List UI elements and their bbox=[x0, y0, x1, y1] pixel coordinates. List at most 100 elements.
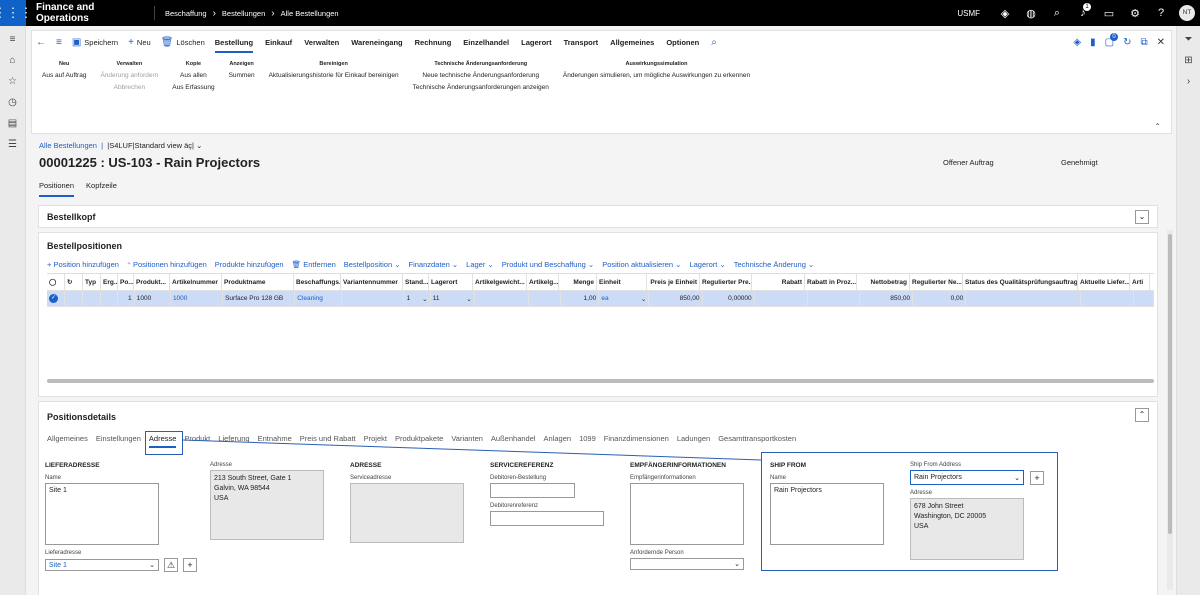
scroll-thumb[interactable] bbox=[1168, 234, 1172, 534]
col-header[interactable]: Artikelnummer bbox=[170, 274, 222, 290]
gear-icon[interactable]: ⚙ bbox=[1122, 7, 1148, 20]
table-row[interactable]: ✓ 1 1000 1000 Surface Pro 128 GB Cleanin… bbox=[47, 291, 1154, 307]
app-title[interactable]: Finance and Operations bbox=[36, 2, 146, 24]
tab-projekt[interactable]: Projekt bbox=[364, 434, 387, 448]
menu-technische-aenderung[interactable]: Technische Änderung ⌄ bbox=[734, 260, 815, 269]
menu-item[interactable]: Summen bbox=[229, 72, 255, 79]
col-header[interactable]: Variantennummer bbox=[341, 274, 403, 290]
remove-button[interactable]: 🗑 Entfernen bbox=[292, 260, 336, 269]
panel-title[interactable]: Positionsdetails bbox=[47, 412, 116, 422]
tab-allgemeines[interactable]: Allgemeines bbox=[47, 434, 88, 448]
tab-entnahme[interactable]: Entnahme bbox=[258, 434, 292, 448]
add-line-button[interactable]: + Position hinzufügen bbox=[47, 260, 119, 269]
tab-bestellung[interactable]: Bestellung bbox=[214, 38, 254, 53]
avatar[interactable]: NT bbox=[1179, 5, 1195, 21]
cell[interactable] bbox=[1134, 291, 1154, 306]
col-header[interactable]: Menge bbox=[559, 274, 597, 290]
app-launcher-icon[interactable]: ⋮⋮⋮ bbox=[0, 0, 33, 26]
menu-produkt-beschaffung[interactable]: Produkt und Beschaffung ⌄ bbox=[502, 260, 594, 269]
back-button[interactable]: ← bbox=[36, 37, 46, 48]
tab-wareneingang[interactable]: Wareneingang bbox=[351, 38, 402, 47]
add-address-button[interactable]: + bbox=[183, 558, 197, 572]
grid-icon[interactable]: ⊞ bbox=[1177, 50, 1200, 71]
cell-item-number[interactable]: 1000 bbox=[171, 291, 223, 306]
power-apps-icon[interactable]: ◈ bbox=[1073, 37, 1081, 48]
customer-reference-input[interactable] bbox=[490, 511, 604, 526]
tab-produktpakete[interactable]: Produktpakete bbox=[395, 434, 443, 448]
col-header[interactable]: Rabatt bbox=[752, 274, 805, 290]
cell-unit-price[interactable]: 850,00 bbox=[650, 291, 703, 306]
cell[interactable] bbox=[966, 291, 1082, 306]
cell-product[interactable]: 1000 bbox=[135, 291, 171, 306]
star-icon[interactable]: ☆ bbox=[0, 71, 25, 92]
tab-gesamttransportkosten[interactable]: Gesamttransportkosten bbox=[718, 434, 796, 448]
cell[interactable] bbox=[475, 291, 529, 306]
col-header[interactable]: Produkt... bbox=[134, 274, 170, 290]
tab-preis-rabatt[interactable]: Preis und Rabatt bbox=[300, 434, 356, 448]
chevron-up-icon[interactable]: ⌃ bbox=[1154, 122, 1161, 131]
globe-icon[interactable]: ◍ bbox=[1018, 7, 1044, 20]
popout-icon[interactable]: ⧉ bbox=[1140, 37, 1147, 48]
cell[interactable] bbox=[808, 291, 860, 306]
col-header[interactable]: Lagerort bbox=[429, 274, 473, 290]
search-icon[interactable]: ⌕ bbox=[1044, 7, 1070, 20]
breadcrumb-item[interactable]: Bestellungen bbox=[222, 9, 265, 18]
copilot-icon[interactable]: ◈ bbox=[992, 7, 1018, 20]
list-icon[interactable]: ☰ bbox=[0, 134, 25, 155]
col-header[interactable]: Status des Qualitätsprüfungsauftrags bbox=[963, 274, 1078, 290]
col-header[interactable]: Artikelgewicht... bbox=[473, 274, 527, 290]
cell-procurement[interactable]: Cleaning bbox=[295, 291, 343, 306]
select-all-icon[interactable]: ◯ bbox=[47, 274, 65, 290]
cell-unit[interactable]: ea ⌄ bbox=[599, 291, 650, 306]
refresh-icon[interactable]: ↻ bbox=[65, 274, 83, 290]
col-header[interactable]: Regulierter Pre... bbox=[700, 274, 752, 290]
cell-warehouse[interactable]: 11 ⌄ bbox=[431, 291, 475, 306]
workspace-icon[interactable]: ▤ bbox=[0, 113, 25, 134]
menu-finanzdaten[interactable]: Finanzdaten ⌄ bbox=[409, 260, 459, 269]
tab-transport[interactable]: Transport bbox=[564, 38, 599, 47]
col-header[interactable]: Rabatt in Proz... bbox=[805, 274, 857, 290]
tab-varianten[interactable]: Varianten bbox=[451, 434, 483, 448]
col-header[interactable]: Preis je Einheit bbox=[647, 274, 700, 290]
panel-title[interactable]: Bestellpositionen bbox=[47, 241, 122, 251]
menu-lager[interactable]: Lager ⌄ bbox=[466, 260, 494, 269]
menu-item[interactable]: Aus auf Auftrag bbox=[42, 72, 86, 79]
col-header[interactable]: Artikelg... bbox=[527, 274, 559, 290]
cell-reg-net[interactable]: 0,00 bbox=[913, 291, 967, 306]
chevron-right-icon[interactable]: › bbox=[1177, 71, 1200, 92]
clock-icon[interactable]: ◷ bbox=[0, 92, 25, 113]
customer-order-input[interactable] bbox=[490, 483, 575, 498]
col-header[interactable]: Einheit bbox=[597, 274, 647, 290]
recipient-info-field[interactable] bbox=[630, 483, 744, 545]
tab-aussenhandel[interactable]: Außenhandel bbox=[491, 434, 536, 448]
tab-ladungen[interactable]: Ladungen bbox=[677, 434, 710, 448]
col-header[interactable]: Erg... bbox=[101, 274, 118, 290]
chevron-down-icon[interactable]: ⌄ bbox=[196, 141, 202, 150]
menu-button[interactable]: ≡ bbox=[56, 37, 62, 48]
col-header[interactable]: Arti bbox=[1130, 274, 1150, 290]
view-name[interactable]: |S4LUF|Standard view äç| bbox=[107, 141, 194, 150]
tab-anlagen[interactable]: Anlagen bbox=[544, 434, 572, 448]
cell-product-name[interactable]: Surface Pro 128 GB bbox=[223, 291, 296, 306]
tab-kopfzeile[interactable]: Kopfzeile bbox=[86, 181, 117, 197]
menu-item[interactable]: Technische Änderungsanforderungen anzeig… bbox=[413, 84, 549, 91]
col-header[interactable]: Aktuelle Liefer... bbox=[1078, 274, 1130, 290]
menu-item[interactable]: Aus Erfassung bbox=[172, 84, 214, 91]
home-icon[interactable]: ⌂ bbox=[0, 50, 25, 71]
refresh-icon[interactable]: ↻ bbox=[1123, 37, 1131, 48]
company-picker[interactable]: USMF bbox=[957, 9, 980, 18]
map-pin-button[interactable]: ⚠ bbox=[164, 558, 178, 572]
tab-lagerort[interactable]: Lagerort bbox=[521, 38, 551, 47]
cell-quantity[interactable]: 1,00 bbox=[561, 291, 600, 306]
menu-item[interactable]: Abbrechen bbox=[100, 84, 158, 91]
menu-item[interactable]: Neue technische Änderungsanforderung bbox=[413, 72, 549, 79]
tab-lieferung[interactable]: Lieferung bbox=[218, 434, 249, 448]
requester-select[interactable]: ⌄ bbox=[630, 558, 744, 570]
menu-lagerort[interactable]: Lagerort ⌄ bbox=[689, 260, 725, 269]
add-products-button[interactable]: Produkte hinzufügen bbox=[215, 260, 284, 269]
add-lines-button[interactable]: ⁺ Positionen hinzufügen bbox=[127, 260, 207, 269]
cell[interactable] bbox=[755, 291, 808, 306]
tab-allgemeines[interactable]: Allgemeines bbox=[610, 38, 654, 47]
cell-pos[interactable]: 1 bbox=[119, 291, 135, 306]
panel-title[interactable]: Bestellkopf bbox=[47, 212, 96, 222]
